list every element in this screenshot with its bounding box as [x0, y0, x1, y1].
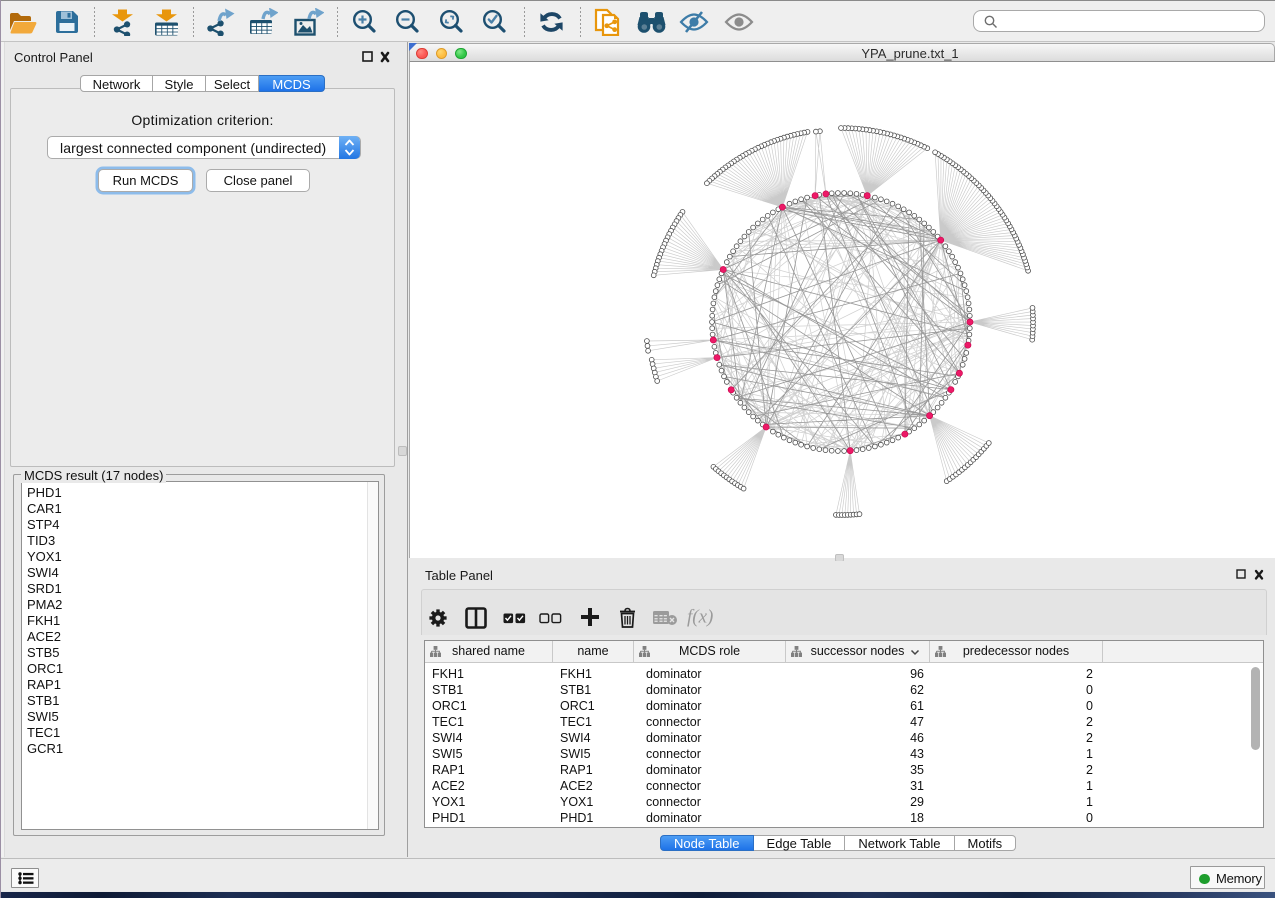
svg-text:f(x): f(x)	[687, 607, 713, 628]
